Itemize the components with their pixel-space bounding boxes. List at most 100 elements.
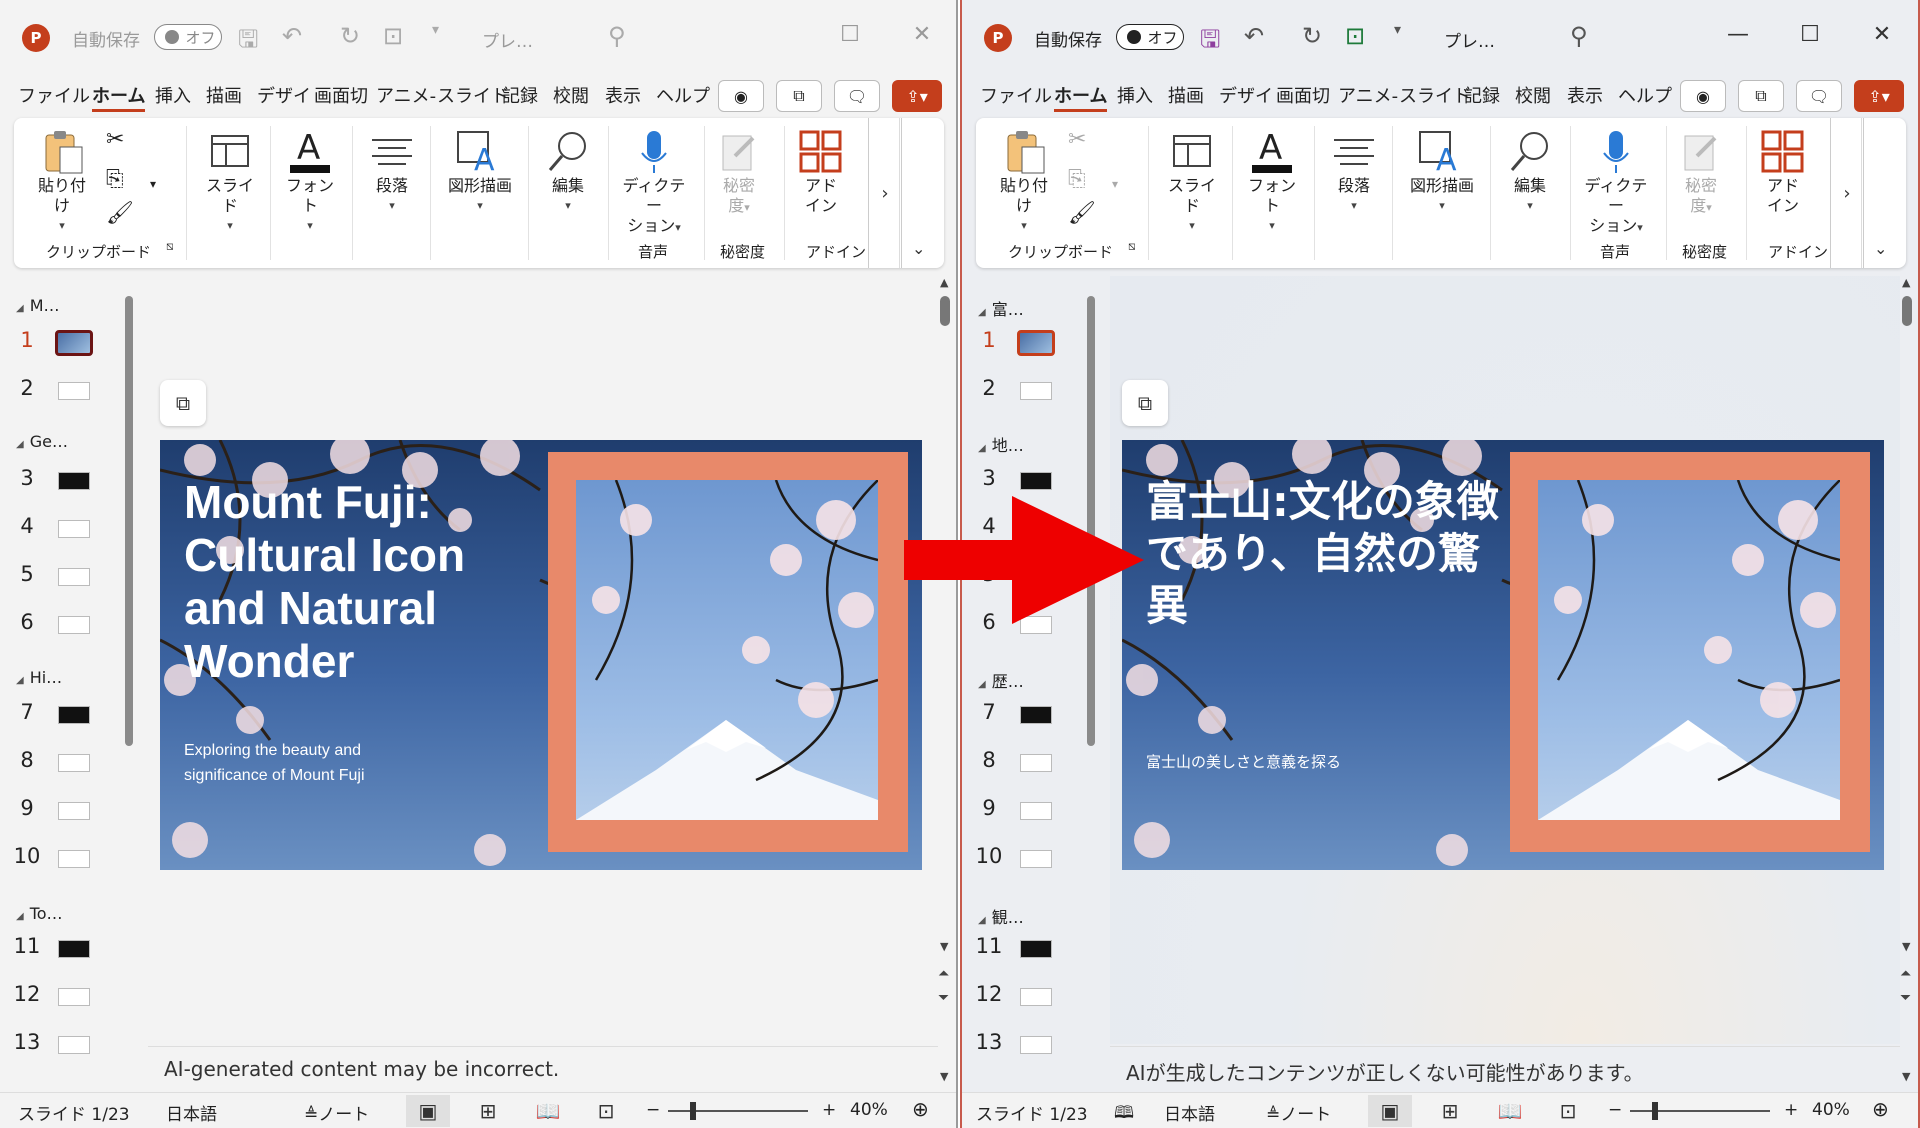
drawing-button[interactable]: A 図形描画 ▾ <box>438 128 522 216</box>
autosave-toggle[interactable]: オフ <box>154 24 222 50</box>
slide-subtitle[interactable]: 富士山の美しさと意義を探る <box>1146 750 1446 775</box>
photo-frame[interactable] <box>548 452 908 852</box>
slide-thumbnail[interactable] <box>58 850 90 868</box>
copy-icon[interactable]: ⎘ <box>1068 169 1086 191</box>
slide-thumbnail[interactable] <box>58 802 90 820</box>
cut-icon[interactable]: ✂ <box>106 129 124 151</box>
scroll-down-end-icon[interactable]: ▼ <box>940 1070 948 1083</box>
editing-button[interactable]: 編集 ▾ <box>1500 128 1560 216</box>
dictate-button[interactable]: ディクテー ション▾ <box>1580 128 1652 238</box>
tab-review[interactable]: 校閲 <box>553 82 589 108</box>
zoom-level[interactable]: 40% <box>1812 1100 1850 1120</box>
zoom-slider[interactable] <box>668 1110 808 1112</box>
thumbnail-scrollbar[interactable] <box>124 290 134 1080</box>
slide-thumbnail[interactable] <box>1020 940 1052 958</box>
reading-view-icon[interactable]: 📖 <box>1488 1095 1532 1127</box>
section-header[interactable]: ◢ Ge… <box>16 432 68 451</box>
slide-thumbnail[interactable] <box>1017 330 1055 356</box>
restore-icon[interactable]: ☐ <box>830 22 870 47</box>
scroll-up-icon[interactable]: ▲ <box>1902 276 1910 289</box>
slide-title[interactable]: 富士山:文化の象徴であり、自然の驚異 <box>1146 476 1506 632</box>
paragraph-button[interactable]: 段落 ▾ <box>362 128 422 216</box>
autosave-toggle[interactable]: オフ <box>1116 24 1184 50</box>
slide-thumbnail[interactable] <box>1020 988 1052 1006</box>
slide-thumbnail[interactable] <box>58 568 90 586</box>
slide-thumbnail[interactable] <box>58 520 90 538</box>
font-button[interactable]: A フォント ▾ <box>1242 128 1302 236</box>
scrollbar-thumb[interactable] <box>125 296 133 746</box>
drawing-button[interactable]: A 図形描画 ▾ <box>1400 128 1484 216</box>
next-slide-icon[interactable]: ⏷ <box>938 990 949 1006</box>
tab-insert[interactable]: 挿入 <box>1117 82 1153 108</box>
thumbnail-scrollbar[interactable] <box>1086 290 1096 1080</box>
tab-animations[interactable]: アニメ- <box>1338 82 1398 108</box>
record-button[interactable]: ◉ <box>718 80 764 112</box>
slide-thumbnail[interactable] <box>1020 1036 1052 1054</box>
slide-thumbnail[interactable] <box>1020 754 1052 772</box>
language-indicator[interactable]: 日本語 <box>1164 1100 1215 1125</box>
comments-button[interactable]: 🗨 <box>834 80 880 112</box>
slide-canvas[interactable]: Mount Fuji: Cultural Icon and Natural Wo… <box>160 440 922 870</box>
addins-button[interactable]: アド イン <box>1758 128 1808 216</box>
slide-thumbnail[interactable] <box>1020 472 1052 490</box>
copilot-icon[interactable]: ⧉ <box>1122 380 1168 426</box>
scroll-up-icon[interactable]: ▲ <box>940 276 948 289</box>
slide-subtitle[interactable]: Exploring the beauty and significance of… <box>184 738 424 788</box>
tab-view[interactable]: 表示 <box>605 82 641 108</box>
dialog-launcher-icon[interactable]: ⧅ <box>166 236 174 256</box>
tab-home[interactable]: ホーム <box>1054 82 1108 112</box>
zoom-in-icon[interactable]: + <box>1784 1100 1798 1120</box>
paragraph-button[interactable]: 段落 ▾ <box>1324 128 1384 216</box>
scrollbar-thumb[interactable] <box>1902 296 1912 326</box>
main-scrollbar[interactable]: ▲ ▼ ⏶ ⏷ ▼ <box>938 276 952 1088</box>
zoom-slider[interactable] <box>1630 1110 1770 1112</box>
section-header[interactable]: ◢ 歴… <box>978 668 1024 692</box>
tab-slideshow[interactable]: スライド <box>437 82 509 108</box>
ribbon-scroll-right[interactable]: › <box>1830 118 1864 268</box>
section-header[interactable]: ◢ 富… <box>978 296 1024 320</box>
customize-toolbar-icon[interactable]: ▾ <box>432 22 439 38</box>
slide-sorter-icon[interactable]: ⊞ <box>1428 1095 1472 1127</box>
notes-button[interactable]: ≜ノート <box>1266 1100 1331 1125</box>
format-painter-icon[interactable]: 🖌 <box>1068 203 1096 225</box>
section-header[interactable]: ◢ 観… <box>978 904 1024 928</box>
share-button[interactable]: ⇪▾ <box>1854 80 1904 112</box>
accessibility-icon[interactable]: 🕮 <box>1114 1100 1134 1128</box>
normal-view-icon[interactable]: ▣ <box>1368 1095 1412 1127</box>
slide-canvas[interactable]: 富士山:文化の象徴であり、自然の驚異 富士山の美しさと意義を探る <box>1122 440 1884 870</box>
redo-icon[interactable]: ↻ <box>340 22 360 50</box>
dialog-launcher-icon[interactable]: ⧅ <box>1128 236 1136 256</box>
editing-button[interactable]: 編集 ▾ <box>538 128 598 216</box>
scrollbar-thumb[interactable] <box>940 296 950 326</box>
zoom-out-icon[interactable]: − <box>646 1100 660 1120</box>
present-icon[interactable]: ⊡ <box>1345 22 1365 50</box>
normal-view-icon[interactable]: ▣ <box>406 1095 450 1127</box>
share-button[interactable]: ⇪▾ <box>892 80 942 112</box>
restore-icon[interactable]: ☐ <box>1790 22 1830 47</box>
teams-button[interactable]: ⧉ <box>1738 80 1784 112</box>
paste-button[interactable]: 貼り付け ▾ <box>994 128 1054 236</box>
tab-insert[interactable]: 挿入 <box>155 82 191 108</box>
ribbon-collapse[interactable]: ⌄ <box>1861 118 1906 268</box>
slide-thumbnail[interactable] <box>1020 802 1052 820</box>
slide-sorter-icon[interactable]: ⊞ <box>466 1095 510 1127</box>
search-icon[interactable]: ⚲ <box>1570 22 1588 50</box>
section-header[interactable]: ◢ To… <box>16 904 63 923</box>
save-icon[interactable]: 🖫 <box>1200 22 1220 63</box>
section-header[interactable]: ◢ M… <box>16 296 60 315</box>
scroll-down-end-icon[interactable]: ▼ <box>1902 1070 1910 1083</box>
notes-pane[interactable]: AIが生成したコンテンツが正しくない可能性があります。 <box>1110 1046 1900 1088</box>
powerpoint-icon[interactable]: P <box>22 24 50 52</box>
sensitivity-button[interactable]: 秘密 度▾ <box>714 128 764 218</box>
ribbon-scroll-right[interactable]: › <box>868 118 902 268</box>
slide-thumbnail[interactable] <box>58 472 90 490</box>
comments-button[interactable]: 🗨 <box>1796 80 1842 112</box>
tab-record[interactable]: 記録 <box>1464 82 1500 108</box>
zoom-level[interactable]: 40% <box>850 1100 888 1120</box>
main-scrollbar[interactable]: ▲ ▼ ⏶ ⏷ ▼ <box>1900 276 1914 1088</box>
tab-file[interactable]: ファイル <box>18 82 90 108</box>
fit-to-window-icon[interactable]: ⊕ <box>912 1097 929 1121</box>
slide-thumbnail[interactable] <box>1020 850 1052 868</box>
tab-file[interactable]: ファイル <box>980 82 1052 108</box>
search-icon[interactable]: ⚲ <box>608 22 626 50</box>
